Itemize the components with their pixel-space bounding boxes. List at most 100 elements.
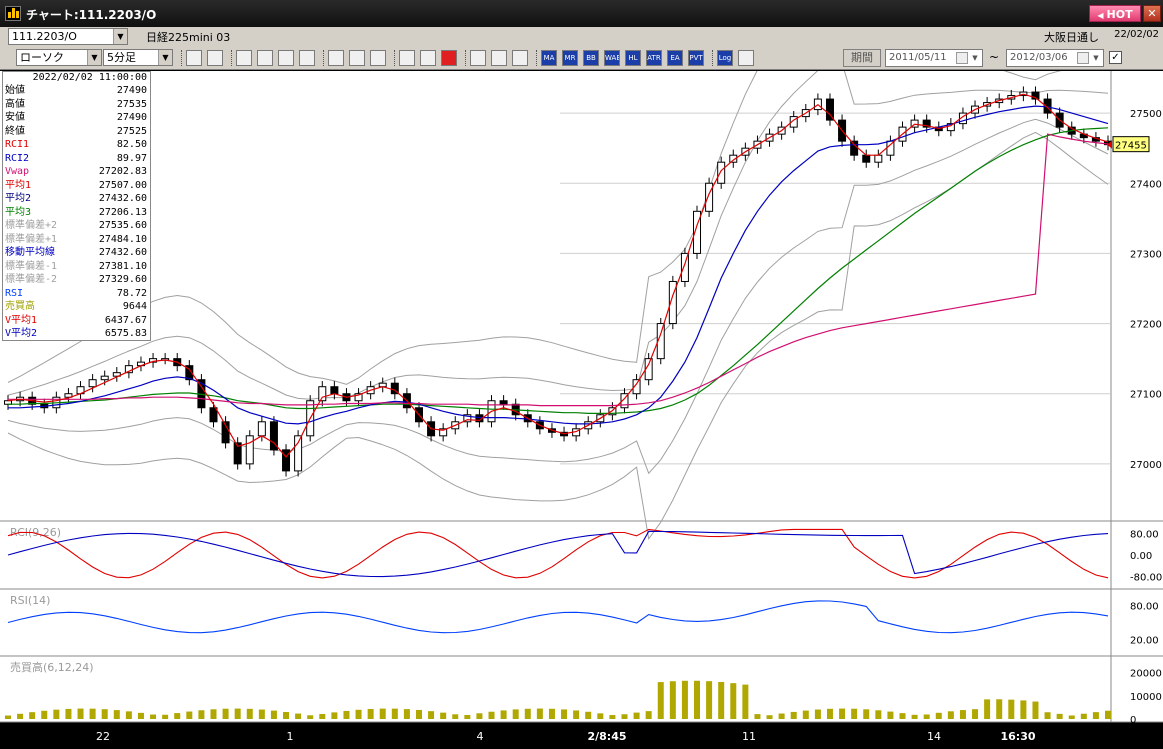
chart-type-value: ローソク	[20, 51, 64, 64]
hot-button[interactable]: ◀ HOT	[1089, 5, 1141, 22]
info-label: 始値	[5, 85, 25, 96]
volume-bar	[1008, 699, 1015, 719]
info-value: 27329.60	[98, 274, 147, 285]
tool-icon[interactable]	[491, 50, 507, 66]
indicator-button-atr[interactable]: ATR	[646, 50, 662, 66]
volume-bar	[1056, 713, 1063, 719]
volume-bar	[1032, 701, 1039, 719]
volume-bar	[77, 708, 84, 719]
volume-bar	[633, 712, 640, 719]
indicator-button-ea[interactable]: EA	[667, 50, 683, 66]
draw-icon[interactable]	[328, 50, 344, 66]
toolbar-separator	[465, 50, 467, 66]
candle-icon[interactable]	[236, 50, 252, 66]
symbol-select[interactable]: 111.2203/O ▼	[8, 28, 128, 45]
chevron-down-icon[interactable]: ▼	[87, 50, 101, 65]
range-separator: ~	[989, 50, 1000, 64]
line-icon[interactable]	[257, 50, 273, 66]
info-row: Vwap 27202.83	[3, 165, 150, 179]
volume-bar	[331, 712, 338, 719]
info-row: 移動平均線 27432.60	[3, 246, 150, 260]
rci-tick-label: 80.00	[1130, 529, 1159, 540]
info-value: 27484.10	[98, 233, 147, 245]
volume-bar	[657, 682, 664, 719]
color-icon[interactable]	[512, 50, 528, 66]
sync-checkbox[interactable]: ✓	[1109, 51, 1122, 64]
volume-icon[interactable]	[299, 50, 315, 66]
undo-icon[interactable]	[370, 50, 386, 66]
calendar-icon[interactable]	[1077, 52, 1089, 64]
toolbar-separator	[323, 50, 325, 66]
y-tick-label: 27300	[1130, 249, 1162, 260]
box-icon[interactable]	[399, 50, 415, 66]
volume-bar	[1044, 712, 1051, 719]
volume-bar	[137, 712, 144, 719]
info-value: 27490	[116, 112, 147, 123]
close-button[interactable]: ✕	[1143, 5, 1161, 22]
indicator-button-wae[interactable]: WAE	[604, 50, 620, 66]
calendar-icon[interactable]	[956, 52, 968, 64]
info-label: 標準偏差+2	[5, 220, 58, 231]
y-tick-label: 27100	[1130, 390, 1162, 401]
y-tick-label: 27000	[1130, 460, 1162, 471]
indicator-button-bb[interactable]: BB	[583, 50, 599, 66]
hot-label: HOT	[1106, 8, 1133, 21]
volume-bar	[1092, 712, 1099, 719]
cursor-icon[interactable]	[349, 50, 365, 66]
volume-bar	[162, 714, 169, 719]
volume-tick-label: 10000	[1130, 692, 1162, 703]
info-row: 売買高 9644	[3, 300, 150, 314]
indicator-button-log[interactable]: Log	[717, 50, 733, 66]
volume-bar	[150, 714, 157, 719]
volume-bar	[488, 711, 495, 719]
indicator-button-mr[interactable]: MR	[562, 50, 578, 66]
indicator-button-hl[interactable]: HL	[625, 50, 641, 66]
all-icon[interactable]	[441, 50, 457, 66]
toolbar-separator	[394, 50, 396, 66]
bar-icon[interactable]	[207, 50, 223, 66]
info-label: 標準偏差-2	[5, 274, 58, 285]
volume-bar	[89, 708, 96, 719]
start-date-field[interactable]: 2011/05/11 ▼	[885, 49, 983, 67]
x-tick-label: 1	[287, 730, 294, 743]
box2-icon[interactable]	[420, 50, 436, 66]
split-window-icon[interactable]	[738, 50, 754, 66]
y-tick-label: 27400	[1130, 179, 1162, 190]
up-candle	[100, 375, 109, 381]
volume-bar	[246, 708, 253, 719]
volume-bar	[500, 710, 507, 719]
chart-area[interactable]: 27000 27100 27200 27300 27400 27500 27455 80.00…	[0, 71, 1163, 749]
info-value: 27432.60	[98, 247, 147, 258]
chevron-down-icon[interactable]: ▼	[969, 50, 981, 66]
chart-type-select[interactable]: ローソク ▼	[16, 49, 102, 66]
volume-bar	[706, 681, 713, 719]
info-row: 始値 27490	[3, 84, 150, 98]
volume-bar	[947, 711, 954, 719]
end-date-value: 2012/03/06	[1010, 52, 1068, 63]
info-panel: 2022/02/02 11:00:00 始値 27490 高値 27535 安値 2749…	[2, 71, 151, 341]
settings-icon[interactable]	[470, 50, 486, 66]
info-row: V平均1 6437.67	[3, 314, 150, 328]
chevron-down-icon[interactable]: ▼	[1090, 50, 1102, 66]
info-label: 平均2	[5, 193, 32, 204]
volume-bar	[887, 711, 894, 719]
zoom-icon[interactable]	[186, 50, 202, 66]
volume-panel-label: 売買高(6,12,24)	[10, 660, 94, 674]
chevron-down-icon[interactable]: ▼	[113, 29, 127, 44]
volume-bar	[5, 715, 11, 719]
chevron-down-icon[interactable]: ▼	[158, 50, 172, 65]
info-value: 9644	[122, 301, 147, 312]
point-figure-icon[interactable]	[278, 50, 294, 66]
volume-bar	[1080, 713, 1087, 719]
timeframe-select[interactable]: 5分足 ▼	[103, 49, 173, 66]
instrument-name: 日経225mini 03	[146, 31, 231, 44]
toolbar-separator	[231, 50, 233, 66]
indicator-button-pvt[interactable]: PVT	[688, 50, 704, 66]
info-value: 27432.60	[98, 193, 147, 204]
indicator-button-ma[interactable]: MA	[541, 50, 557, 66]
period-button[interactable]: 期間	[843, 49, 881, 67]
end-date-field[interactable]: 2012/03/06 ▼	[1006, 49, 1104, 67]
volume-bar	[464, 714, 471, 719]
info-label: 売買高	[5, 301, 35, 312]
volume-bar	[307, 715, 314, 719]
